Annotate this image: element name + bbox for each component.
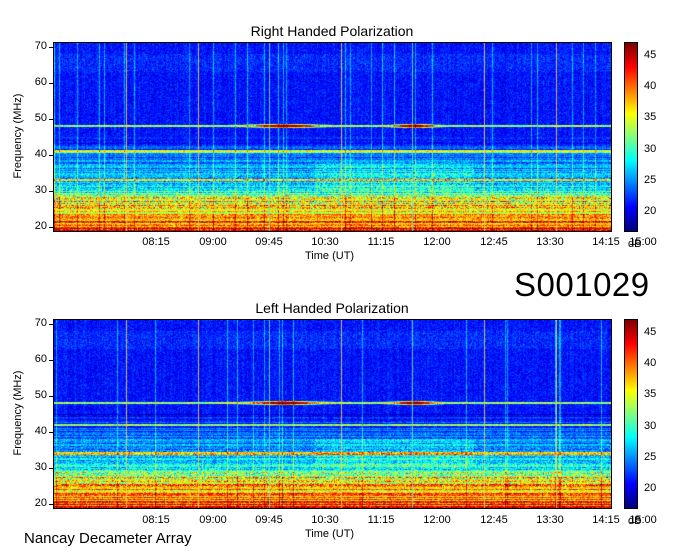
x-tick-label: 10:30 [311,514,339,526]
panel2-xlabel: Time (UT) [305,528,355,540]
x-tick-label: 09:45 [255,514,283,526]
x-tick-label: 11:15 [367,236,395,248]
panel1-xlabel: Time (UT) [305,250,355,262]
panel1-colorbar [624,42,638,232]
colorbar-tick-label: 35 [644,388,657,401]
panel1-plot-area [53,42,612,232]
colorbar-tick-label: 20 [644,482,657,495]
y-tick-label: 50 [34,111,47,124]
x-tick-label: 12:00 [423,514,451,526]
y-tick-label: 20 [34,497,47,510]
y-tick-mark [49,504,53,506]
y-tick-label: 20 [34,220,47,233]
panel1-title: Right Handed Polarization [250,23,414,39]
x-tick-label: 09:45 [255,236,283,248]
y-tick-label: 40 [34,425,47,438]
y-tick-mark [49,191,53,193]
panel2-plot-area [53,319,612,509]
panel2-colorbar [624,319,638,509]
x-tick-label: 08:15 [142,514,170,526]
y-tick-mark [49,46,53,48]
y-tick-label: 30 [34,461,47,474]
y-tick-label: 70 [34,39,47,52]
y-tick-mark [49,395,53,397]
panel2-colorbar-unit: dB [628,515,642,527]
y-tick-label: 60 [34,75,47,88]
panel2-title: Left Handed Polarization [255,300,409,316]
y-tick-label: 60 [34,352,47,365]
x-tick-label: 10:30 [311,236,339,248]
y-tick-mark [49,155,53,157]
x-tick-label: 12:45 [480,514,508,526]
colorbar-tick-label: 35 [644,111,657,124]
panel1-spectrogram [54,43,611,231]
colorbar-tick-label: 45 [644,325,657,338]
x-tick-label: 13:30 [536,236,564,248]
y-tick-label: 40 [34,148,47,161]
x-tick-label: 12:00 [423,236,451,248]
x-tick-label: 09:00 [199,236,227,248]
x-tick-label: 11:15 [367,514,395,526]
y-tick-label: 50 [34,388,47,401]
x-tick-label: 14:15 [592,514,620,526]
colorbar-tick-label: 25 [644,450,657,463]
y-tick-mark [49,323,53,325]
y-tick-mark [49,432,53,434]
y-tick-mark [49,359,53,361]
x-tick-label: 12:45 [480,236,508,248]
colorbar-tick-label: 30 [644,142,657,155]
panel1-ylabel: Frequency (MHz) [12,93,24,179]
colorbar-tick-label: 40 [644,79,657,92]
panel2-ylabel: Frequency (MHz) [12,370,24,456]
x-tick-label: 09:00 [199,514,227,526]
x-tick-label: 08:15 [142,236,170,248]
y-tick-label: 30 [34,184,47,197]
y-tick-mark [49,118,53,120]
y-tick-mark [49,227,53,229]
x-tick-label: 13:30 [536,514,564,526]
y-tick-mark [49,82,53,84]
y-tick-mark [49,468,53,470]
colorbar-tick-label: 20 [644,205,657,218]
colorbar-tick-label: 25 [644,173,657,186]
x-tick-label: 14:15 [592,236,620,248]
instrument-name: Nancay Decameter Array [24,530,192,547]
colorbar-tick-label: 45 [644,48,657,61]
colorbar-tick-label: 30 [644,419,657,432]
y-tick-label: 70 [34,316,47,329]
panel2-spectrogram [54,320,611,508]
colorbar-tick-label: 40 [644,356,657,369]
panel1-colorbar-unit: dB [628,238,642,250]
observation-code: S001029 [514,266,650,303]
panel1-colorbar-gradient [625,43,637,231]
panel2-colorbar-gradient [625,320,637,508]
